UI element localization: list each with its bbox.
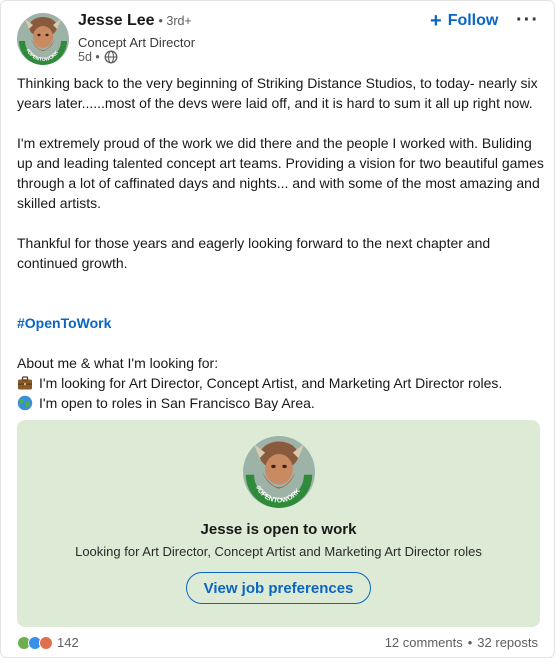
engagement-stats: 12 comments • 32 reposts <box>385 635 538 650</box>
open-to-work-title: Jesse is open to work <box>200 521 357 538</box>
looking-for-line: I'm looking for Art Director, Concept Ar… <box>17 373 545 393</box>
view-job-preferences-button[interactable]: View job preferences <box>186 572 371 604</box>
author-headline: Concept Art Director <box>78 35 196 50</box>
open-to-line: I'm open to roles in San Francisco Bay A… <box>17 393 545 413</box>
open-to-work-subtitle: Looking for Art Director, Concept Artist… <box>75 544 482 559</box>
post-meta: 5d • <box>78 50 118 64</box>
post-paragraph-1: Thinking back to the very beginning of S… <box>17 75 538 111</box>
stats-separator: • <box>467 635 473 650</box>
open-to-work-card: #OPENTOWORK Jesse is open to work Lookin… <box>17 420 540 627</box>
follow-button[interactable]: + Follow <box>430 11 498 31</box>
reaction-count: 142 <box>57 635 79 650</box>
reactions-summary[interactable]: 142 <box>17 635 79 650</box>
follow-label: Follow <box>447 12 499 29</box>
about-heading: About me & what I'm looking for: <box>17 355 219 371</box>
briefcase-icon <box>17 375 33 391</box>
post-card: #OPENTOWORK Jesse Lee • 3rd+ Concept Art… <box>0 0 555 658</box>
post-time: 5d • <box>78 50 100 64</box>
plus-icon: + <box>430 10 442 32</box>
post-paragraph-3: Thankful for those years and eagerly loo… <box>17 235 491 271</box>
looking-for-text: I'm looking for Art Director, Concept Ar… <box>39 375 503 391</box>
author-avatar[interactable]: #OPENTOWORK <box>17 13 69 65</box>
author-name[interactable]: Jesse Lee <box>78 12 155 30</box>
globe-icon <box>104 50 118 64</box>
globe-emoji-icon <box>17 395 33 411</box>
author-name-row: Jesse Lee • 3rd+ <box>78 12 192 30</box>
open-to-work-avatar: #OPENTOWORK <box>243 436 315 508</box>
more-options-icon[interactable]: ··· <box>516 9 539 32</box>
love-reaction-icon <box>39 635 53 650</box>
open-to-text: I'm open to roles in San Francisco Bay A… <box>39 395 315 411</box>
hashtag-link[interactable]: #OpenToWork <box>17 313 545 333</box>
comments-count[interactable]: 12 comments <box>385 635 463 650</box>
post-paragraph-2: I'm extremely proud of the work we did t… <box>17 135 544 211</box>
post-body: Thinking back to the very beginning of S… <box>17 73 545 413</box>
reaction-icons <box>17 635 53 650</box>
connection-degree: • 3rd+ <box>158 14 192 28</box>
reposts-count[interactable]: 32 reposts <box>477 635 538 650</box>
